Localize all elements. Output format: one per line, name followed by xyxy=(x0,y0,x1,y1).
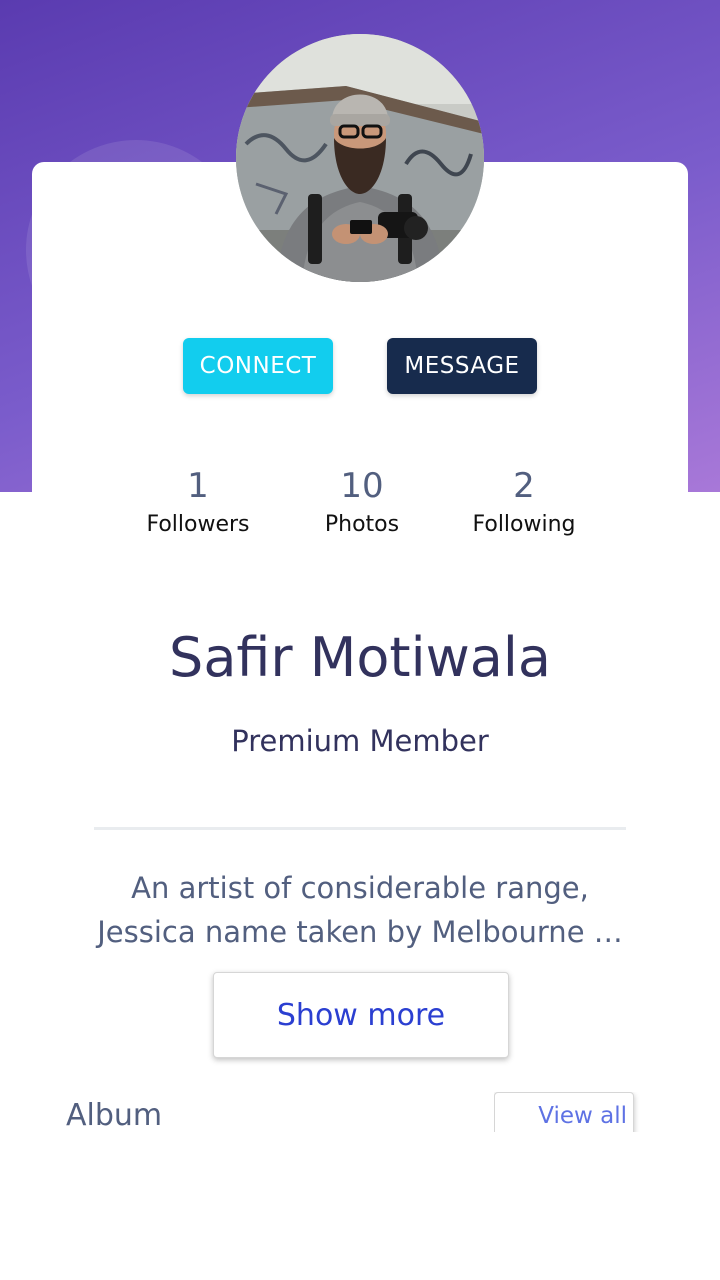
avatar-photo xyxy=(236,34,484,282)
stat-label: Photos xyxy=(324,512,400,537)
stat-following: 2 Following xyxy=(444,462,604,537)
profile-bio: An artist of considerable range, Jessica… xyxy=(97,871,623,949)
profile-name: Safir Motiwala xyxy=(169,626,551,689)
album-title: Album xyxy=(66,1098,163,1133)
avatar[interactable] xyxy=(236,34,484,282)
stat-label: Followers xyxy=(146,512,250,537)
stat-value: 1 xyxy=(187,466,209,506)
view-all-button[interactable]: View all xyxy=(494,1092,634,1132)
connect-button[interactable]: CONNECT xyxy=(183,338,333,394)
divider xyxy=(94,827,626,830)
stat-photos: 10 Photos xyxy=(282,462,442,537)
stat-followers: 1 Followers xyxy=(118,462,278,537)
profile-screen: CONNECT MESSAGE 1 Followers 10 Photos 2 … xyxy=(0,0,720,1280)
stat-value: 2 xyxy=(513,466,535,506)
stat-label: Following xyxy=(472,512,576,537)
stat-value: 10 xyxy=(340,466,384,506)
show-more-button[interactable]: Show more xyxy=(213,972,509,1058)
message-button[interactable]: MESSAGE xyxy=(387,338,537,394)
profile-role: Premium Member xyxy=(231,724,489,758)
view-all-container: View all xyxy=(494,1092,640,1132)
